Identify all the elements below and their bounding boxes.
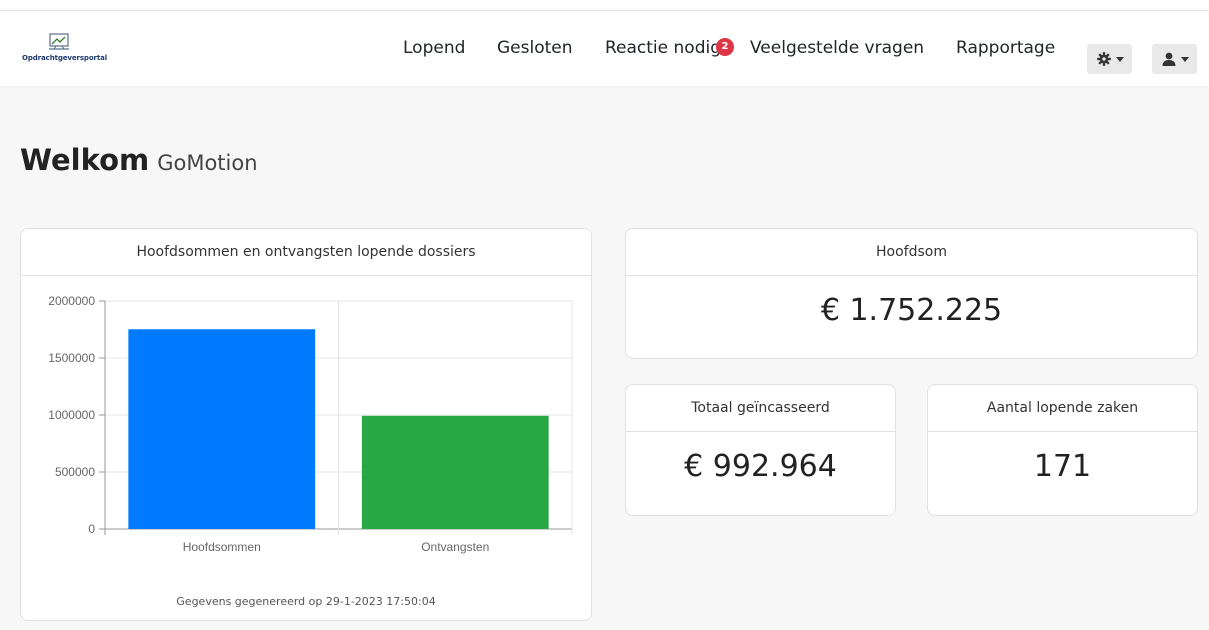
top-strip <box>0 0 1209 9</box>
nav-veelgestelde-vragen[interactable]: Veelgestelde vragen <box>750 38 924 58</box>
chevron-down-icon <box>1181 57 1189 62</box>
x-tick-label: Ontvangsten <box>421 540 489 554</box>
monitor-logo-icon <box>49 33 69 50</box>
nav-lopend[interactable]: Lopend <box>403 38 465 58</box>
lopende-zaken-label: Aantal lopende zaken <box>928 385 1197 432</box>
chart-footnote: Gegevens gegenereerd op 29-1-2023 17:50:… <box>176 595 436 608</box>
chart-card: Hoofdsommen en ontvangsten lopende dossi… <box>20 228 592 621</box>
geincasseerd-label: Totaal geïncasseerd <box>626 385 895 432</box>
bar-chart: 2000000 1500000 1000000 500000 0 Hoofdsommen O… <box>48 294 573 554</box>
brand-name: Opdrachtgeversportal <box>22 54 108 62</box>
gear-icon <box>1097 52 1111 66</box>
hoofdsom-card: Hoofdsom € 1.752.225 <box>625 228 1198 359</box>
user-dropdown-button[interactable] <box>1152 44 1197 74</box>
hoofdsom-label: Hoofdsom <box>626 229 1197 276</box>
y-tick-label: 1000000 <box>48 408 95 422</box>
geincasseerd-value: € 992.964 <box>684 449 837 484</box>
geincasseerd-card: Totaal geïncasseerd € 992.964 <box>625 384 896 516</box>
chart-card-title: Hoofdsommen en ontvangsten lopende dossi… <box>21 229 591 276</box>
settings-dropdown-button[interactable] <box>1087 44 1132 74</box>
lopende-zaken-card: Aantal lopende zaken 171 <box>927 384 1198 516</box>
page-title: Welkom GoMotion <box>20 143 258 177</box>
y-tick-label: 0 <box>88 522 95 536</box>
y-tick-label: 1500000 <box>48 351 95 365</box>
bar-ontvangsten <box>361 415 549 529</box>
welcome-heading: Welkom <box>20 143 150 177</box>
hoofdsom-value: € 1.752.225 <box>820 293 1003 328</box>
user-icon <box>1162 52 1176 66</box>
chevron-down-icon <box>1116 57 1124 62</box>
client-name: GoMotion <box>157 151 258 175</box>
navbar: Opdrachtgeversportal Lopend Gesloten Rea… <box>0 10 1209 86</box>
nav-rapportage[interactable]: Rapportage <box>956 38 1055 58</box>
bar-hoofdsommen <box>128 329 316 529</box>
x-tick-label: Hoofdsommen <box>183 540 261 554</box>
brand-logo[interactable]: Opdrachtgeversportal <box>22 33 122 65</box>
nav-gesloten[interactable]: Gesloten <box>497 38 573 58</box>
y-tick-label: 500000 <box>55 465 95 479</box>
notification-badge: 2 <box>716 38 734 56</box>
nav-reactie-nodig[interactable]: Reactie nodig <box>605 38 721 58</box>
y-tick-label: 2000000 <box>48 294 95 308</box>
lopende-zaken-value: 171 <box>1033 449 1092 484</box>
